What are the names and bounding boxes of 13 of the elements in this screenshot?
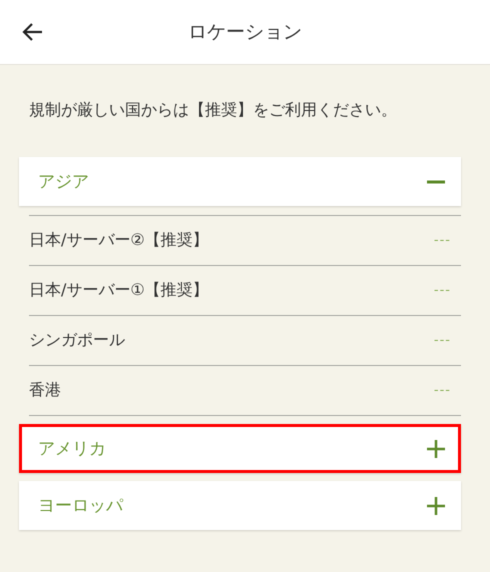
server-name[interactable]: 日本/サーバー②【推奨】 — [29, 230, 209, 251]
server-name[interactable]: 香港 — [29, 380, 61, 401]
minus-icon — [427, 180, 445, 184]
plus-icon — [427, 440, 445, 458]
ping-value: --- — [434, 333, 451, 348]
ping-value: --- — [434, 383, 451, 398]
server-name[interactable]: シンガポール — [29, 330, 125, 351]
notice-text: 規制が厳しい国からは【推奨】をご利用ください。 — [29, 100, 398, 121]
server-name[interactable]: 日本/サーバー①【推奨】 — [29, 280, 209, 301]
screen-title: ロケーション — [188, 21, 302, 43]
ping-value: --- — [434, 283, 451, 298]
plus-icon — [427, 496, 445, 514]
ping-value: --- — [434, 233, 451, 248]
